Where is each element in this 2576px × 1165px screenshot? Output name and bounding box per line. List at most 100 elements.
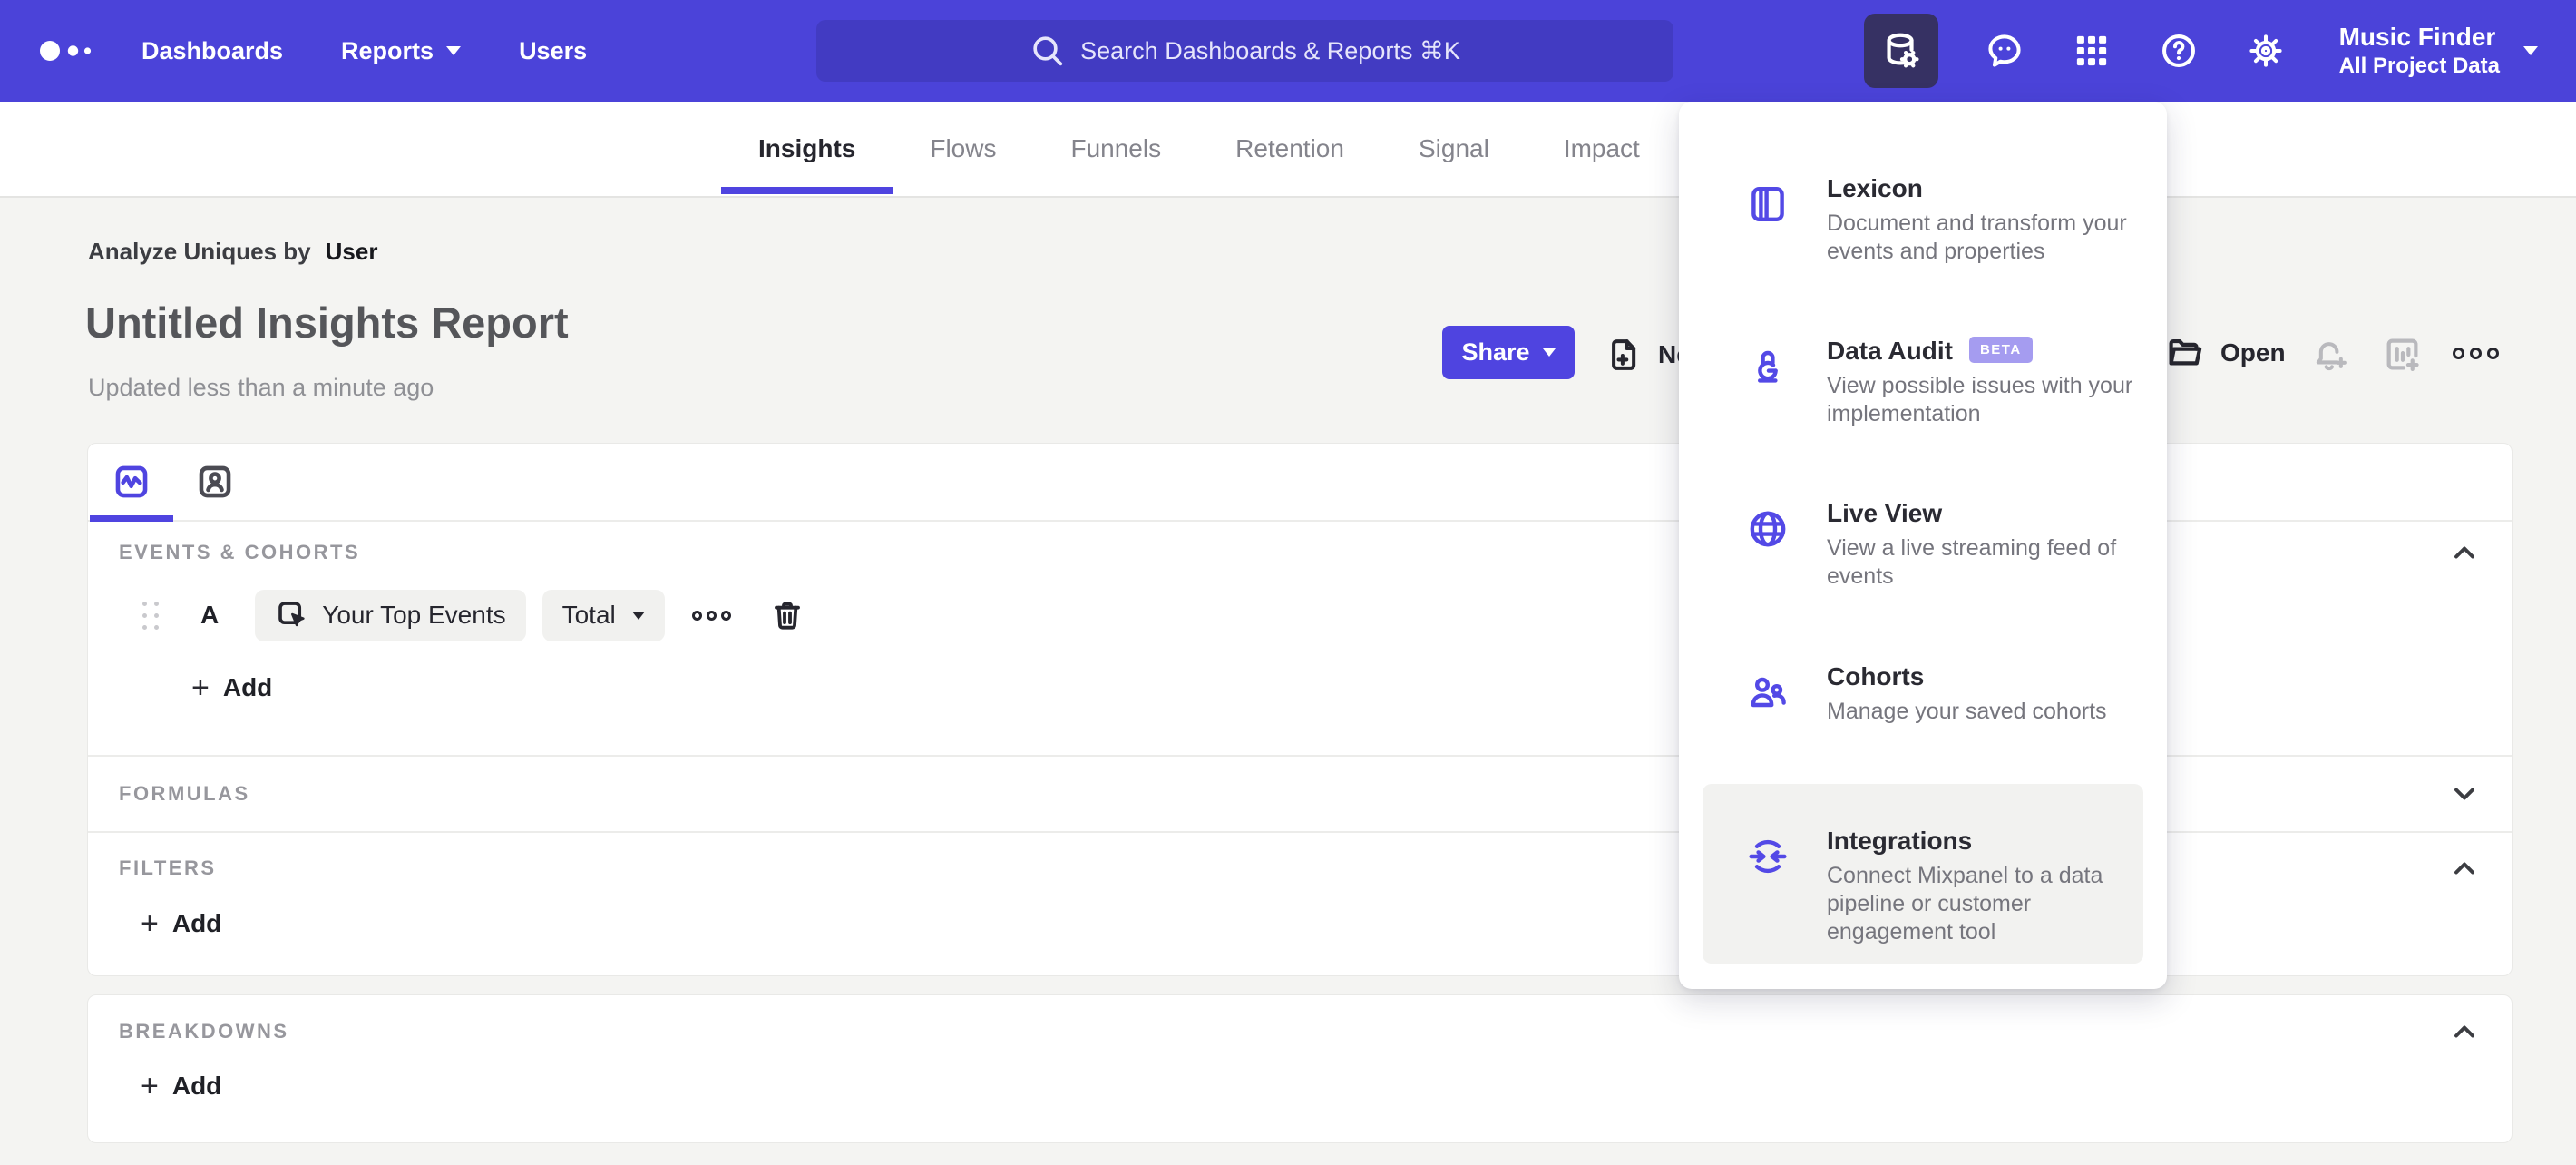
add-filter-button[interactable]: + Add [141,908,221,939]
ellipsis-icon [2487,348,2499,359]
delete-event-button[interactable] [769,597,805,633]
add-breakdown-button[interactable]: + Add [141,1069,222,1103]
document-plus-icon [1612,339,1636,370]
breakdowns-card: BREAKDOWNS + Add [87,994,2513,1143]
apps-grid-icon[interactable] [2071,30,2113,72]
project-switcher[interactable]: Music Finder All Project Data [2339,22,2500,80]
tab-label: Retention [1235,134,1344,162]
data-audit-lock-icon [1746,345,1790,388]
search-placeholder: Search Dashboards & Reports ⌘K [1080,36,1460,64]
search-input[interactable]: Search Dashboards & Reports ⌘K [816,20,1673,82]
expand-chevron-down-icon[interactable] [2448,778,2481,810]
feedback-icon[interactable] [1984,30,2025,72]
tab-label: Impact [1563,134,1640,162]
data-management-icon[interactable] [1863,14,1938,88]
menu-item-text: Data Audit BETA View possible issues with… [1827,336,2153,428]
data-management-dropdown: Lexicon Document and transform your even… [1679,102,2167,989]
save-chart-plus-icon[interactable] [2382,334,2424,376]
mixpanel-app: Dashboards Reports Users Search Dashboar… [0,0,2576,1165]
add-label: Add [222,673,273,701]
page-title[interactable]: Untitled Insights Report [85,298,569,348]
updated-timestamp: Updated less than a minute ago [88,374,434,401]
menu-item-title: Lexicon [1827,174,1923,202]
folder-open-icon [2169,338,2202,366]
add-label: Add [171,1072,222,1100]
plus-icon: + [191,671,210,705]
tab-flows[interactable]: Flows [893,102,1033,196]
tab-insights[interactable]: Insights [721,102,893,196]
menu-item-desc: Manage your saved cohorts [1827,699,2107,724]
nav-item-dashboards[interactable]: Dashboards [141,37,283,65]
menu-item-text: Integrations Connect Mixpanel to a data … [1827,827,2153,946]
metric-selector[interactable]: Total [542,589,665,641]
project-chevron-icon[interactable] [2523,46,2538,55]
menu-item-title: Live View [1827,499,1943,527]
events-view-tab[interactable] [90,444,173,522]
section-title: FORMULAS [119,782,250,805]
menu-item-text: Live View View a live streaming feed of … [1827,499,2153,591]
open-report-button[interactable]: Open [2166,334,2286,372]
drag-handle[interactable] [142,601,159,630]
event-selector[interactable]: Your Top Events [255,589,526,641]
menu-item-desc: View a live streaming feed of events [1827,535,2117,589]
collapse-chevron-up-icon[interactable] [2448,852,2481,885]
add-event-button[interactable]: + Add [191,671,273,705]
report-tabs: Insights Flows Funnels Retention Signal … [721,102,1677,196]
report-tab-band: Insights Flows Funnels Retention Signal … [0,102,2576,198]
open-label: Open [2220,338,2286,367]
tab-impact[interactable]: Impact [1527,102,1677,196]
tab-retention[interactable]: Retention [1198,102,1381,196]
analysis-type-prefix: Analyze Uniques by [88,238,311,265]
primary-nav: Dashboards Reports Users [141,0,587,102]
help-icon[interactable] [2158,30,2200,72]
users-view-tab[interactable] [173,444,257,520]
project-name: Music Finder [2338,23,2496,51]
ellipsis-icon [691,610,702,621]
menu-item-integrations[interactable]: Integrations Connect Mixpanel to a data … [1703,784,2143,964]
menu-item-title: Cohorts [1827,662,1925,690]
share-label: Share [1461,338,1530,366]
ellipsis-icon [2453,348,2464,359]
tab-funnels[interactable]: Funnels [1033,102,1198,196]
collapse-chevron-up-icon[interactable] [2448,1015,2481,1048]
menu-item-text: Cohorts Manage your saved cohorts [1827,662,2153,726]
cohorts-people-icon [1746,671,1790,714]
tab-label: Signal [1418,134,1489,162]
menu-item-title: Integrations [1827,827,1973,855]
chevron-down-icon [1542,348,1556,357]
alert-bell-plus-icon[interactable] [2309,335,2349,375]
plus-icon: + [141,1069,159,1103]
event-row-overflow-menu[interactable] [691,610,731,621]
tab-signal[interactable]: Signal [1381,102,1527,196]
nav-item-label: Dashboards [141,36,284,64]
search-icon [1033,36,1063,66]
menu-item-desc: View possible issues with your implement… [1827,373,2133,426]
nav-right-cluster: Music Finder All Project Data [1863,0,2538,102]
active-tab-underline [90,515,173,522]
analysis-type-value[interactable]: User [326,238,378,265]
nav-item-users[interactable]: Users [519,37,587,65]
nav-item-reports[interactable]: Reports [341,36,462,65]
integrations-sync-icon [1746,835,1790,878]
ellipsis-icon [720,610,731,621]
tab-label: Insights [758,134,856,162]
user-card-icon [199,465,231,498]
tab-label: Flows [930,134,997,162]
series-letter: A [200,601,220,629]
chevron-down-icon [631,611,645,620]
active-tab-underline [721,187,893,194]
collapse-chevron-up-icon[interactable] [2448,536,2481,569]
metric-name: Total [561,601,616,629]
ellipsis-icon [706,610,717,621]
event-query-row: A Your Top Events Total [88,589,805,641]
report-overflow-menu[interactable] [2453,348,2499,359]
settings-gear-icon[interactable] [2245,30,2287,72]
mixpanel-logo-icon[interactable] [40,40,98,66]
lexicon-book-icon [1746,182,1790,226]
menu-item-text: Lexicon Document and transform your even… [1827,174,2153,266]
share-button[interactable]: Share [1442,326,1575,379]
nav-item-label: Reports [341,36,434,64]
menu-item-desc: Connect Mixpanel to a data pipeline or c… [1827,863,2103,945]
ellipsis-icon [2470,348,2482,359]
tab-label: Funnels [1070,134,1162,162]
